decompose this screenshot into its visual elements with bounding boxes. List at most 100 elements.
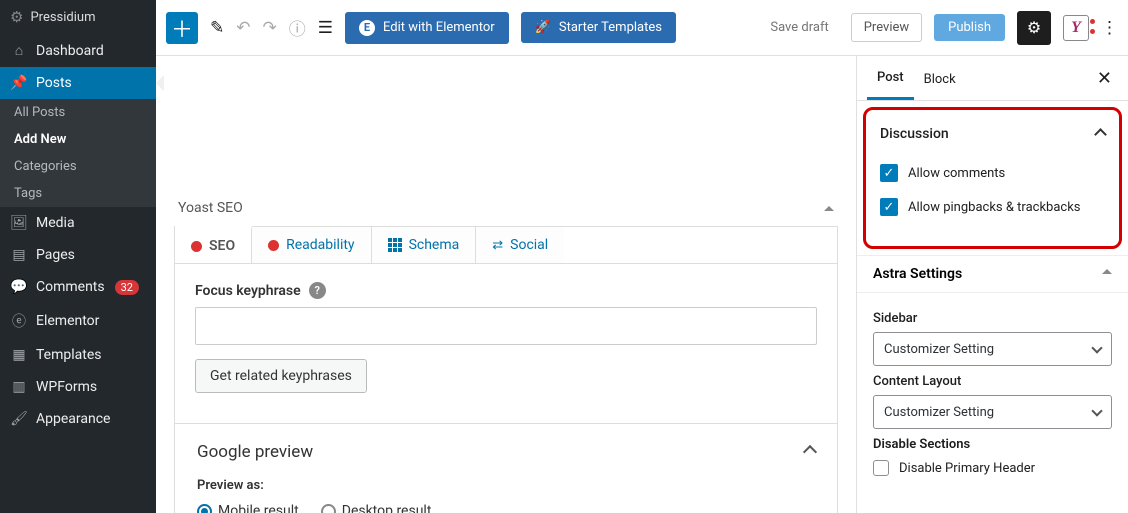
tab-block[interactable]: Block <box>914 58 966 99</box>
elementor-logo-icon: E <box>359 20 375 36</box>
elementor-icon: ⓔ <box>10 311 28 331</box>
submenu-all-posts[interactable]: All Posts <box>0 99 156 126</box>
content-layout-select-value: Customizer Setting <box>884 405 994 420</box>
menu-templates[interactable]: ▦ Templates <box>0 339 156 371</box>
chevron-down-icon <box>1091 342 1102 353</box>
tab-post[interactable]: Post <box>867 56 914 100</box>
tab-social-label: Social <box>510 237 548 253</box>
menu-templates-label: Templates <box>36 347 102 363</box>
radio-on-icon <box>197 504 212 513</box>
discussion-header[interactable]: Discussion <box>878 120 1107 156</box>
add-block-button[interactable]: ＋ <box>166 12 198 44</box>
yoast-indicator-icon[interactable]: Y <box>1063 15 1089 41</box>
disable-sections-label: Disable Sections <box>873 437 1112 452</box>
sidebar-select-value: Customizer Setting <box>884 342 994 357</box>
comments-count-badge: 32 <box>115 280 139 295</box>
get-related-keyphrases-button[interactable]: Get related keyphrases <box>195 359 367 393</box>
checkbox-checked-icon: ✓ <box>880 164 898 182</box>
inspector-tabs: Post Block ✕ <box>857 56 1128 101</box>
menu-elementor[interactable]: ⓔ Elementor <box>0 303 156 339</box>
help-icon[interactable]: ? <box>309 282 326 299</box>
focus-keyphrase-text: Focus keyphrase <box>195 283 301 299</box>
site-name[interactable]: ⚙ Pressidium <box>0 0 156 34</box>
allow-comments-checkbox[interactable]: ✓ Allow comments <box>878 156 1107 190</box>
menu-elementor-label: Elementor <box>36 313 99 329</box>
menu-appearance[interactable]: 🖌 Appearance <box>0 403 156 435</box>
preview-as-options: Mobile result Desktop result <box>197 503 815 513</box>
preview-desktop-label: Desktop result <box>342 503 432 513</box>
settings-gear-button[interactable]: ⚙ <box>1017 11 1051 45</box>
menu-dashboard[interactable]: ⌂ Dashboard <box>0 34 156 67</box>
chevron-down-icon <box>1091 405 1102 416</box>
close-inspector-icon[interactable]: ✕ <box>1091 64 1118 93</box>
disable-primary-checkbox[interactable]: Disable Primary Header <box>873 458 1112 478</box>
sidebar-select[interactable]: Customizer Setting <box>873 332 1112 366</box>
sidebar-field-label: Sidebar <box>873 311 1112 326</box>
readability-score-dot-icon <box>268 240 279 251</box>
radio-off-icon <box>321 504 336 513</box>
yoast-panel-title: Yoast SEO <box>178 200 243 216</box>
yoast-seo-body: Focus keyphrase ? Get related keyphrases <box>174 263 838 424</box>
edit-with-elementor-button[interactable]: E Edit with Elementor <box>345 12 509 44</box>
tab-social[interactable]: ⇄ Social <box>476 227 564 263</box>
inspector-panel: Post Block ✕ Discussion ✓ Allow comments <box>856 56 1128 513</box>
starter-templates-button[interactable]: 🚀 Starter Templates <box>521 12 676 43</box>
tab-readability[interactable]: Readability <box>252 227 371 263</box>
menu-wpforms-label: WPForms <box>36 379 97 395</box>
editor-topbar: ＋ ✎ ↶ ↷ ⓘ ☰ E Edit with Elementor 🚀 Star… <box>156 0 1128 56</box>
menu-pages[interactable]: ▤ Pages <box>0 239 156 271</box>
media-icon: 🖼 <box>10 215 28 231</box>
allow-comments-label: Allow comments <box>908 166 1005 181</box>
discussion-title: Discussion <box>880 126 949 142</box>
tab-seo-label: SEO <box>209 238 235 254</box>
save-draft-button[interactable]: Save draft <box>760 14 838 41</box>
redo-icon[interactable]: ↷ <box>263 18 277 38</box>
publish-button[interactable]: Publish <box>934 14 1005 41</box>
undo-icon[interactable]: ↶ <box>236 18 250 38</box>
share-icon: ⇄ <box>492 238 503 253</box>
menu-posts[interactable]: 📌 Posts <box>0 67 156 99</box>
preview-desktop-radio[interactable]: Desktop result <box>321 503 432 513</box>
preview-mobile-radio[interactable]: Mobile result <box>197 503 299 513</box>
info-icon[interactable]: ⓘ <box>289 15 306 40</box>
rocket-icon: 🚀 <box>535 20 551 35</box>
submenu-tags[interactable]: Tags <box>0 180 156 207</box>
pencil-icon[interactable]: ✎ <box>210 18 224 38</box>
starter-templates-label: Starter Templates <box>559 20 662 35</box>
caret-up-icon <box>824 201 834 211</box>
main-column: ＋ ✎ ↶ ↷ ⓘ ☰ E Edit with Elementor 🚀 Star… <box>156 0 1128 513</box>
more-options-icon[interactable]: ⋮ <box>1101 18 1118 38</box>
outline-icon[interactable]: ☰ <box>318 18 333 38</box>
seo-score-dot-icon <box>191 241 202 252</box>
google-preview-header[interactable]: Google preview <box>197 442 815 462</box>
menu-media[interactable]: 🖼 Media <box>0 207 156 239</box>
tab-schema[interactable]: Schema <box>372 227 477 263</box>
menu-comments[interactable]: 💬 Comments 32 <box>0 271 156 303</box>
submenu-categories[interactable]: Categories <box>0 153 156 180</box>
content-layout-select[interactable]: Customizer Setting <box>873 395 1112 429</box>
submenu-add-new[interactable]: Add New <box>0 126 156 153</box>
yoast-tabs: SEO Readability Schema ⇄ Social <box>174 226 838 263</box>
astra-title: Astra Settings <box>873 266 962 282</box>
wpforms-icon: ▥ <box>10 379 28 395</box>
menu-comments-label: Comments <box>36 279 105 295</box>
edit-elementor-label: Edit with Elementor <box>383 20 495 35</box>
disable-primary-label: Disable Primary Header <box>899 461 1035 476</box>
schema-grid-icon <box>388 238 402 252</box>
preview-mobile-label: Mobile result <box>218 503 299 513</box>
menu-wpforms[interactable]: ▥ WPForms <box>0 371 156 403</box>
astra-settings-header[interactable]: Astra Settings <box>857 255 1128 293</box>
admin-sidebar: ⚙ Pressidium ⌂ Dashboard 📌 Posts All Pos… <box>0 0 156 513</box>
allow-pingbacks-checkbox[interactable]: ✓ Allow pingbacks & trackbacks <box>878 190 1107 224</box>
focus-keyphrase-input[interactable] <box>195 307 817 345</box>
google-preview-title: Google preview <box>197 442 313 462</box>
yoast-panel-header[interactable]: Yoast SEO <box>174 194 838 226</box>
allow-pingbacks-label: Allow pingbacks & trackbacks <box>908 200 1081 215</box>
templates-icon: ▦ <box>10 347 28 363</box>
preview-button[interactable]: Preview <box>851 13 922 42</box>
caret-up-icon <box>1102 264 1112 274</box>
tab-seo[interactable]: SEO <box>175 226 252 263</box>
dashboard-icon: ⌂ <box>10 42 28 59</box>
discussion-panel-highlight: Discussion ✓ Allow comments ✓ Allow ping… <box>863 107 1122 249</box>
pages-icon: ▤ <box>10 247 28 263</box>
